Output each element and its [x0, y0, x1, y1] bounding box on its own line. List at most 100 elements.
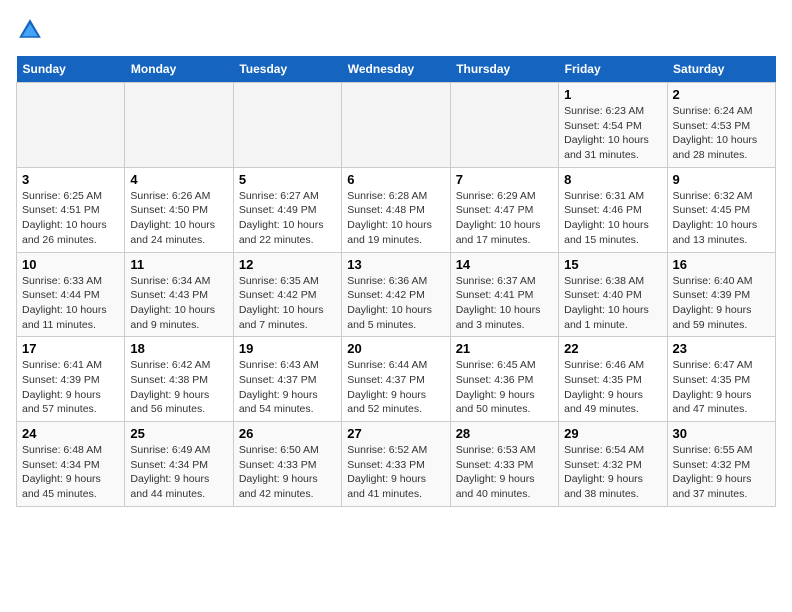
day-info: Sunrise: 6:27 AM Sunset: 4:49 PM Dayligh…: [239, 189, 336, 248]
day-number: 8: [564, 172, 661, 187]
day-info: Sunrise: 6:24 AM Sunset: 4:53 PM Dayligh…: [673, 104, 770, 163]
calendar-cell: 27 Sunrise: 6:52 AM Sunset: 4:33 PM Dayli…: [342, 422, 450, 507]
day-info: Sunrise: 6:41 AM Sunset: 4:39 PM Dayligh…: [22, 358, 119, 417]
header-cell-wednesday: Wednesday: [342, 56, 450, 83]
calendar-cell: 19 Sunrise: 6:43 AM Sunset: 4:37 PM Dayli…: [233, 337, 341, 422]
day-number: 20: [347, 341, 444, 356]
day-info: Sunrise: 6:29 AM Sunset: 4:47 PM Dayligh…: [456, 189, 553, 248]
day-info: Sunrise: 6:54 AM Sunset: 4:32 PM Dayligh…: [564, 443, 661, 502]
day-info: Sunrise: 6:31 AM Sunset: 4:46 PM Dayligh…: [564, 189, 661, 248]
day-info: Sunrise: 6:42 AM Sunset: 4:38 PM Dayligh…: [130, 358, 227, 417]
day-info: Sunrise: 6:43 AM Sunset: 4:37 PM Dayligh…: [239, 358, 336, 417]
logo: [16, 16, 48, 44]
day-number: 7: [456, 172, 553, 187]
calendar-cell: 18 Sunrise: 6:42 AM Sunset: 4:38 PM Dayli…: [125, 337, 233, 422]
day-number: 28: [456, 426, 553, 441]
header-cell-monday: Monday: [125, 56, 233, 83]
calendar-week-row: 1 Sunrise: 6:23 AM Sunset: 4:54 PM Daylig…: [17, 83, 776, 168]
calendar-cell: 7 Sunrise: 6:29 AM Sunset: 4:47 PM Daylig…: [450, 167, 558, 252]
day-number: 5: [239, 172, 336, 187]
calendar-week-row: 10 Sunrise: 6:33 AM Sunset: 4:44 PM Dayli…: [17, 252, 776, 337]
calendar-week-row: 24Sunrise: 6:48 AM Sunset: 4:34 PM Dayli…: [17, 422, 776, 507]
calendar-cell: 8 Sunrise: 6:31 AM Sunset: 4:46 PM Daylig…: [559, 167, 667, 252]
calendar-cell: 4 Sunrise: 6:26 AM Sunset: 4:50 PM Daylig…: [125, 167, 233, 252]
calendar-week-row: 17 Sunrise: 6:41 AM Sunset: 4:39 PM Dayli…: [17, 337, 776, 422]
day-number: 2: [673, 87, 770, 102]
day-number: 30: [673, 426, 770, 441]
day-info: Sunrise: 6:44 AM Sunset: 4:37 PM Dayligh…: [347, 358, 444, 417]
calendar-cell: 23Sunrise: 6:47 AM Sunset: 4:35 PM Dayli…: [667, 337, 775, 422]
day-number: 1: [564, 87, 661, 102]
calendar-cell: 10 Sunrise: 6:33 AM Sunset: 4:44 PM Dayli…: [17, 252, 125, 337]
day-number: 11: [130, 257, 227, 272]
calendar-cell: 29 Sunrise: 6:54 AM Sunset: 4:32 PM Dayli…: [559, 422, 667, 507]
day-info: Sunrise: 6:34 AM Sunset: 4:43 PM Dayligh…: [130, 274, 227, 333]
day-number: 10: [22, 257, 119, 272]
calendar-table: SundayMondayTuesdayWednesdayThursdayFrid…: [16, 56, 776, 507]
logo-icon: [16, 16, 44, 44]
header-cell-saturday: Saturday: [667, 56, 775, 83]
day-number: 16: [673, 257, 770, 272]
header-cell-sunday: Sunday: [17, 56, 125, 83]
calendar-cell: 25 Sunrise: 6:49 AM Sunset: 4:34 PM Dayli…: [125, 422, 233, 507]
calendar-cell: 2 Sunrise: 6:24 AM Sunset: 4:53 PM Daylig…: [667, 83, 775, 168]
day-info: Sunrise: 6:55 AM Sunset: 4:32 PM Dayligh…: [673, 443, 770, 502]
day-info: Sunrise: 6:32 AM Sunset: 4:45 PM Dayligh…: [673, 189, 770, 248]
day-info: Sunrise: 6:33 AM Sunset: 4:44 PM Dayligh…: [22, 274, 119, 333]
calendar-cell: 6Sunrise: 6:28 AM Sunset: 4:48 PM Daylig…: [342, 167, 450, 252]
calendar-cell: 17 Sunrise: 6:41 AM Sunset: 4:39 PM Dayli…: [17, 337, 125, 422]
day-number: 22: [564, 341, 661, 356]
day-number: 17: [22, 341, 119, 356]
header-cell-tuesday: Tuesday: [233, 56, 341, 83]
day-info: Sunrise: 6:25 AM Sunset: 4:51 PM Dayligh…: [22, 189, 119, 248]
calendar-cell: [450, 83, 558, 168]
calendar-cell: 9 Sunrise: 6:32 AM Sunset: 4:45 PM Daylig…: [667, 167, 775, 252]
calendar-cell: 26 Sunrise: 6:50 AM Sunset: 4:33 PM Dayli…: [233, 422, 341, 507]
day-number: 26: [239, 426, 336, 441]
day-info: Sunrise: 6:53 AM Sunset: 4:33 PM Dayligh…: [456, 443, 553, 502]
calendar-cell: 1 Sunrise: 6:23 AM Sunset: 4:54 PM Daylig…: [559, 83, 667, 168]
calendar-cell: [342, 83, 450, 168]
day-number: 19: [239, 341, 336, 356]
calendar-cell: [233, 83, 341, 168]
day-info: Sunrise: 6:40 AM Sunset: 4:39 PM Dayligh…: [673, 274, 770, 333]
calendar-cell: 12 Sunrise: 6:35 AM Sunset: 4:42 PM Dayli…: [233, 252, 341, 337]
calendar-cell: 30 Sunrise: 6:55 AM Sunset: 4:32 PM Dayli…: [667, 422, 775, 507]
day-info: Sunrise: 6:46 AM Sunset: 4:35 PM Dayligh…: [564, 358, 661, 417]
day-info: Sunrise: 6:35 AM Sunset: 4:42 PM Dayligh…: [239, 274, 336, 333]
day-number: 4: [130, 172, 227, 187]
day-number: 21: [456, 341, 553, 356]
calendar-cell: 24Sunrise: 6:48 AM Sunset: 4:34 PM Dayli…: [17, 422, 125, 507]
day-info: Sunrise: 6:48 AM Sunset: 4:34 PM Dayligh…: [22, 443, 119, 502]
day-info: Sunrise: 6:52 AM Sunset: 4:33 PM Dayligh…: [347, 443, 444, 502]
day-info: Sunrise: 6:49 AM Sunset: 4:34 PM Dayligh…: [130, 443, 227, 502]
day-number: 12: [239, 257, 336, 272]
day-info: Sunrise: 6:23 AM Sunset: 4:54 PM Dayligh…: [564, 104, 661, 163]
day-number: 27: [347, 426, 444, 441]
calendar-cell: [125, 83, 233, 168]
day-info: Sunrise: 6:26 AM Sunset: 4:50 PM Dayligh…: [130, 189, 227, 248]
day-number: 25: [130, 426, 227, 441]
day-info: Sunrise: 6:50 AM Sunset: 4:33 PM Dayligh…: [239, 443, 336, 502]
header: [16, 16, 776, 44]
day-info: Sunrise: 6:47 AM Sunset: 4:35 PM Dayligh…: [673, 358, 770, 417]
calendar-cell: 21 Sunrise: 6:45 AM Sunset: 4:36 PM Dayli…: [450, 337, 558, 422]
calendar-week-row: 3Sunrise: 6:25 AM Sunset: 4:51 PM Daylig…: [17, 167, 776, 252]
calendar-cell: 16 Sunrise: 6:40 AM Sunset: 4:39 PM Dayli…: [667, 252, 775, 337]
calendar-cell: 20 Sunrise: 6:44 AM Sunset: 4:37 PM Dayli…: [342, 337, 450, 422]
calendar-cell: 22 Sunrise: 6:46 AM Sunset: 4:35 PM Dayli…: [559, 337, 667, 422]
calendar-cell: [17, 83, 125, 168]
calendar-header-row: SundayMondayTuesdayWednesdayThursdayFrid…: [17, 56, 776, 83]
day-info: Sunrise: 6:37 AM Sunset: 4:41 PM Dayligh…: [456, 274, 553, 333]
day-number: 18: [130, 341, 227, 356]
day-number: 15: [564, 257, 661, 272]
calendar-cell: 11 Sunrise: 6:34 AM Sunset: 4:43 PM Dayli…: [125, 252, 233, 337]
day-number: 9: [673, 172, 770, 187]
day-number: 29: [564, 426, 661, 441]
calendar-cell: 5 Sunrise: 6:27 AM Sunset: 4:49 PM Daylig…: [233, 167, 341, 252]
day-info: Sunrise: 6:45 AM Sunset: 4:36 PM Dayligh…: [456, 358, 553, 417]
header-cell-thursday: Thursday: [450, 56, 558, 83]
header-cell-friday: Friday: [559, 56, 667, 83]
calendar-cell: 3Sunrise: 6:25 AM Sunset: 4:51 PM Daylig…: [17, 167, 125, 252]
day-number: 14: [456, 257, 553, 272]
